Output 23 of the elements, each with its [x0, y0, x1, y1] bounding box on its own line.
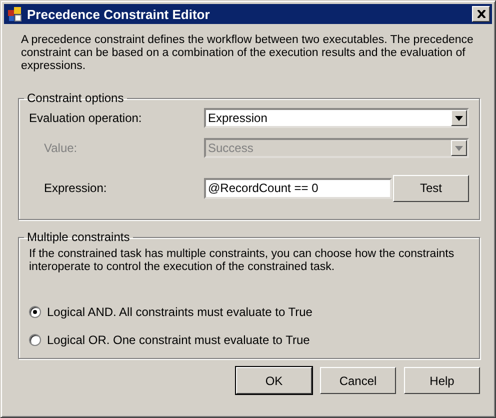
radio-label[interactable]: Logical AND. All constraints must evaluate to True	[47, 305, 312, 319]
group-title: Constraint options	[26, 91, 125, 105]
radio-button[interactable]	[29, 334, 41, 346]
field-label: Evaluation operation:	[29, 111, 143, 125]
test-button[interactable]: Test	[393, 174, 469, 202]
dialog-button[interactable]: Help	[404, 367, 480, 394]
dropdown-arrow-icon	[455, 116, 463, 120]
close-icon	[476, 10, 486, 18]
dialog-button[interactable]: Cancel	[320, 367, 396, 394]
dialog-button[interactable]: OK	[236, 367, 312, 394]
dropdown[interactable]: Expression	[204, 108, 469, 128]
radio-button[interactable]	[29, 306, 41, 318]
group-title: Multiple constraints	[26, 230, 131, 244]
expression-field[interactable]: @RecordCount == 0	[204, 178, 392, 198]
app-icon	[7, 6, 23, 22]
field-label: Expression:	[43, 181, 108, 195]
window-title: Precedence Constraint Editor	[27, 6, 211, 22]
description-text: A precedence constraint defines the workflow between two executables. The precedence constraint can be based on a combination of the execution results and the evaluation of expressions.	[20, 34, 474, 73]
close-button[interactable]	[472, 6, 490, 22]
radio-label[interactable]: Logical OR. One constraint must evaluate to True	[47, 333, 310, 347]
field-label: Value:	[43, 141, 78, 155]
group-description: If the constrained task has multiple constraints, you can choose how the constraints interoperate to control the execution of the constrained task.	[29, 248, 456, 274]
dropdown-arrow-icon	[455, 146, 463, 150]
